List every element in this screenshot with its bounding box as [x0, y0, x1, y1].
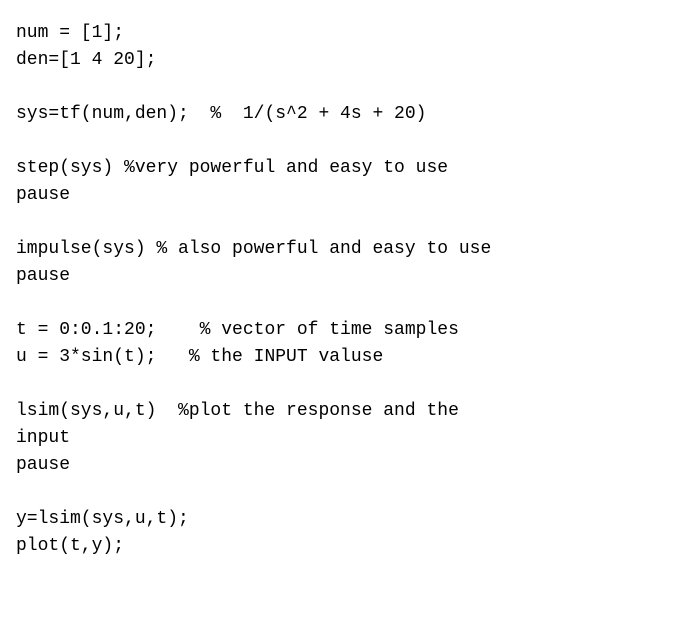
- code-line-9: pause: [16, 263, 684, 290]
- code-container: num = [1];den=[1 4 20]; sys=tf(num,den);…: [0, 0, 700, 621]
- code-line-18: y=lsim(sys,u,t);: [16, 506, 684, 533]
- code-line-6: pause: [16, 182, 684, 209]
- code-line-8: impulse(sys) % also powerful and easy to…: [16, 236, 684, 263]
- code-line-16: pause: [16, 452, 684, 479]
- code-block: num = [1];den=[1 4 20]; sys=tf(num,den);…: [16, 20, 684, 560]
- empty-line-2: [16, 74, 684, 101]
- code-line-15: input: [16, 425, 684, 452]
- empty-line-7: [16, 209, 684, 236]
- code-line-3: sys=tf(num,den); % 1/(s^2 + 4s + 20): [16, 101, 684, 128]
- code-line-1: den=[1 4 20];: [16, 47, 684, 74]
- empty-line-4: [16, 128, 684, 155]
- empty-line-17: [16, 479, 684, 506]
- empty-line-10: [16, 290, 684, 317]
- code-line-5: step(sys) %very powerful and easy to use: [16, 155, 684, 182]
- code-line-0: num = [1];: [16, 20, 684, 47]
- code-line-11: t = 0:0.1:20; % vector of time samples: [16, 317, 684, 344]
- empty-line-13: [16, 371, 684, 398]
- code-line-14: lsim(sys,u,t) %plot the response and the: [16, 398, 684, 425]
- code-line-12: u = 3*sin(t); % the INPUT valuse: [16, 344, 684, 371]
- code-line-19: plot(t,y);: [16, 533, 684, 560]
